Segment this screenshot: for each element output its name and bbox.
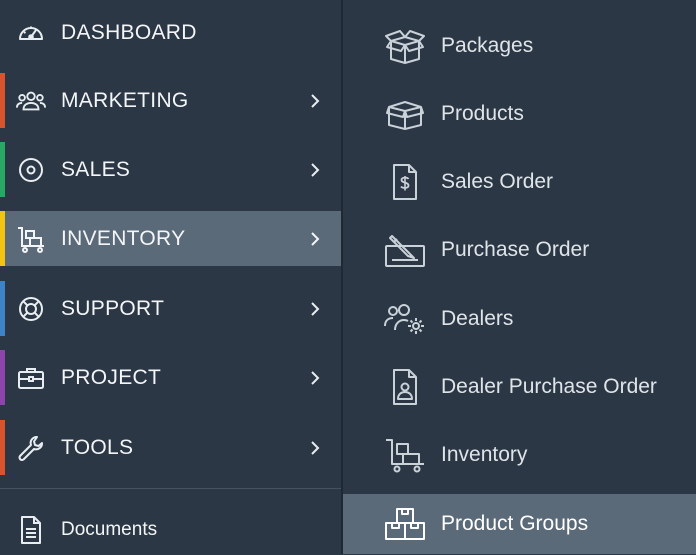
wrench-icon (16, 433, 46, 463)
stacked-boxes-icon (383, 502, 427, 546)
cart-boxes-icon (383, 433, 427, 477)
submenu-item-inventory[interactable]: Inventory (343, 425, 696, 485)
chevron-right-icon (306, 300, 324, 318)
target-circle-icon (16, 155, 46, 185)
submenu-item-label: Product Groups (441, 512, 589, 535)
submenu-item-packages[interactable]: Packages (343, 16, 696, 76)
main-menu: DASHBOARD MARKETING SALES INVENTORY SUPP… (0, 0, 341, 554)
submenu-item-product-groups[interactable]: Product Groups (343, 494, 696, 554)
box-icon (383, 92, 427, 136)
chevron-right-icon (306, 230, 324, 248)
invoice-dollar-icon (383, 160, 427, 204)
submenu-item-label: Purchase Order (441, 238, 590, 261)
submenu-item-label: Inventory (441, 443, 528, 466)
users-gear-icon (383, 297, 427, 341)
menu-divider (0, 488, 341, 489)
menu-item-support[interactable]: SUPPORT (0, 281, 341, 336)
submenu-item-label: Sales Order (441, 170, 554, 193)
accent-bar (0, 142, 5, 197)
users-group-icon (16, 86, 46, 116)
accent-bar (0, 211, 5, 266)
signature-pen-icon (383, 228, 427, 272)
menu-item-label: TOOLS (61, 435, 134, 459)
menu-item-marketing[interactable]: MARKETING (0, 73, 341, 128)
inventory-submenu: Packages Products Sales Order Purchase O… (343, 0, 696, 554)
accent-bar (0, 281, 5, 336)
accent-bar (0, 73, 5, 128)
menu-item-label: PROJECT (61, 365, 162, 389)
submenu-item-sales-order[interactable]: Sales Order (343, 152, 696, 212)
id-badge-document-icon (383, 365, 427, 409)
menu-item-tools[interactable]: TOOLS (0, 420, 341, 475)
submenu-item-products[interactable]: Products (343, 84, 696, 144)
menu-item-label: DASHBOARD (61, 20, 197, 44)
menu-item-label: Documents (61, 519, 158, 540)
submenu-item-dealer-purchase-order[interactable]: Dealer Purchase Order (343, 357, 696, 417)
accent-bar (0, 420, 5, 475)
chevron-right-icon (306, 369, 324, 387)
document-icon (16, 515, 46, 545)
submenu-item-label: Dealer Purchase Order (441, 375, 657, 398)
submenu-item-label: Dealers (441, 307, 514, 330)
menu-item-label: SUPPORT (61, 296, 165, 320)
menu-item-documents[interactable]: Documents (0, 505, 341, 555)
submenu-item-dealers[interactable]: Dealers (343, 289, 696, 349)
chevron-right-icon (306, 439, 324, 457)
menu-item-dashboard[interactable]: DASHBOARD (0, 5, 341, 60)
menu-item-label: INVENTORY (61, 226, 186, 250)
chevron-right-icon (306, 92, 324, 110)
dashboard-gauge-icon (16, 18, 46, 48)
menu-item-label: MARKETING (61, 88, 189, 112)
cart-boxes-icon (16, 224, 46, 254)
briefcase-icon (16, 363, 46, 393)
open-box-icon (383, 24, 427, 68)
menu-item-project[interactable]: PROJECT (0, 350, 341, 405)
submenu-item-purchase-order[interactable]: Purchase Order (343, 220, 696, 280)
submenu-item-label: Packages (441, 34, 534, 57)
lifebuoy-icon (16, 294, 46, 324)
menu-item-sales[interactable]: SALES (0, 142, 341, 197)
menu-item-label: SALES (61, 157, 131, 181)
chevron-right-icon (306, 161, 324, 179)
accent-bar (0, 350, 5, 405)
menu-item-inventory[interactable]: INVENTORY (0, 211, 341, 266)
submenu-item-label: Products (441, 102, 524, 125)
